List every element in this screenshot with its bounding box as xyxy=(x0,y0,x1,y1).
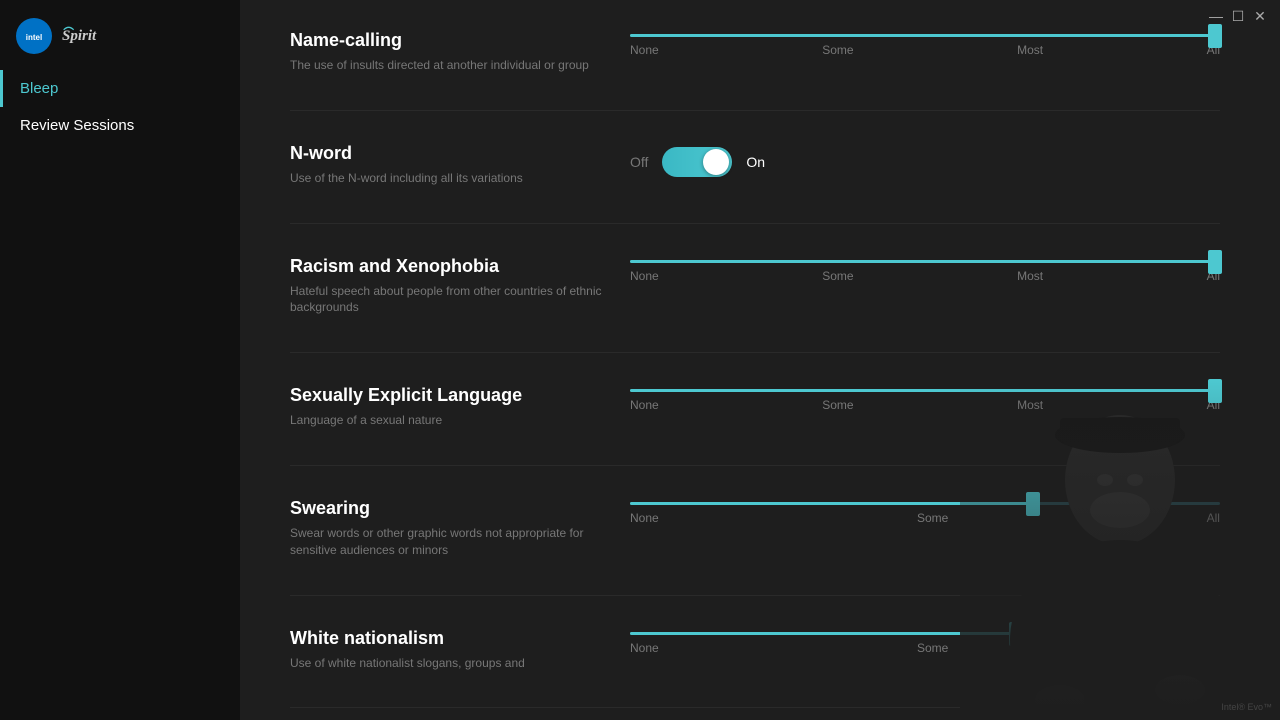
section-n-word-title: N-word xyxy=(290,143,630,164)
swearing-slider-track[interactable] xyxy=(630,502,1220,505)
section-racism-desc: Hateful speech about people from other c… xyxy=(290,283,630,317)
window-controls: — ☐ ✕ xyxy=(1208,8,1268,24)
white-nationalism-slider-thumb[interactable] xyxy=(1009,622,1023,646)
main-content: — ☐ ✕ Name-calling The use of insults di… xyxy=(240,0,1280,720)
name-calling-slider-container: None Some Most All xyxy=(630,34,1220,57)
toggle-on-label: On xyxy=(746,154,765,170)
racism-slider-track[interactable] xyxy=(630,260,1220,263)
section-swearing-title: Swearing xyxy=(290,498,630,519)
n-word-toggle[interactable] xyxy=(662,147,732,177)
minimize-button[interactable]: — xyxy=(1208,8,1224,24)
sexually-explicit-slider-thumb[interactable] xyxy=(1208,379,1222,403)
toggle-off-label: Off xyxy=(630,154,648,170)
section-name-calling-desc: The use of insults directed at another i… xyxy=(290,57,630,74)
swearing-slider-fill xyxy=(630,502,1031,505)
racism-slider-thumb[interactable] xyxy=(1208,250,1222,274)
name-calling-slider-track[interactable] xyxy=(630,34,1220,37)
svg-text:intel: intel xyxy=(26,33,42,42)
section-white-nationalism-desc: Use of white nationalist slogans, groups… xyxy=(290,655,630,672)
section-racism-title: Racism and Xenophobia xyxy=(290,256,630,277)
sidebar: intel Spirit Bleep Review Sessions xyxy=(0,0,240,720)
white-nationalism-slider-fill xyxy=(630,632,1014,635)
sexually-explicit-slider-labels: None Some Most All xyxy=(630,398,1220,412)
sexually-explicit-slider-fill xyxy=(630,389,1220,392)
section-white-nationalism-title: White nationalism xyxy=(290,628,630,649)
white-nationalism-slider-track[interactable] xyxy=(630,632,1220,635)
name-calling-slider-thumb[interactable] xyxy=(1208,24,1222,48)
section-name-calling: Name-calling The use of insults directed… xyxy=(290,30,1220,111)
section-sexually-explicit-title: Sexually Explicit Language xyxy=(290,385,630,406)
swearing-slider-container: None Some All xyxy=(630,502,1220,525)
sidebar-item-bleep[interactable]: Bleep xyxy=(0,70,240,107)
sidebar-header: intel Spirit xyxy=(0,8,240,70)
close-button[interactable]: ✕ xyxy=(1252,8,1268,24)
spirit-logo: Spirit xyxy=(62,19,112,54)
swearing-slider-thumb[interactable] xyxy=(1026,492,1040,516)
sexually-explicit-slider-container: None Some Most All xyxy=(630,389,1220,412)
section-swearing: Swearing Swear words or other graphic wo… xyxy=(290,498,1220,596)
n-word-toggle-row: Off On xyxy=(630,147,1220,177)
section-n-word-desc: Use of the N-word including all its vari… xyxy=(290,170,630,187)
swearing-slider-labels: None Some All xyxy=(630,511,1220,525)
white-nationalism-slider-labels: None Some All xyxy=(630,641,1220,655)
sidebar-item-review-sessions[interactable]: Review Sessions xyxy=(0,107,240,144)
intel-logo: intel xyxy=(16,18,52,54)
section-sexually-explicit: Sexually Explicit Language Language of a… xyxy=(290,385,1220,466)
name-calling-slider-labels: None Some Most All xyxy=(630,43,1220,57)
white-nationalism-slider-container: None Some All xyxy=(630,632,1220,655)
toggle-knob xyxy=(703,149,729,175)
svg-text:Spirit: Spirit xyxy=(62,27,97,43)
section-sexually-explicit-desc: Language of a sexual nature xyxy=(290,412,630,429)
name-calling-slider-fill xyxy=(630,34,1220,37)
racism-slider-fill xyxy=(630,260,1220,263)
section-white-nationalism: White nationalism Use of white nationali… xyxy=(290,628,1220,709)
section-name-calling-title: Name-calling xyxy=(290,30,630,51)
racism-slider-container: None Some Most All xyxy=(630,260,1220,283)
sexually-explicit-slider-track[interactable] xyxy=(630,389,1220,392)
section-swearing-desc: Swear words or other graphic words not a… xyxy=(290,525,630,559)
racism-slider-labels: None Some Most All xyxy=(630,269,1220,283)
maximize-button[interactable]: ☐ xyxy=(1230,8,1246,24)
intel-badge: Intel® Evo™ xyxy=(1221,702,1272,712)
section-n-word: N-word Use of the N-word including all i… xyxy=(290,143,1220,224)
section-racism-xenophobia: Racism and Xenophobia Hateful speech abo… xyxy=(290,256,1220,354)
